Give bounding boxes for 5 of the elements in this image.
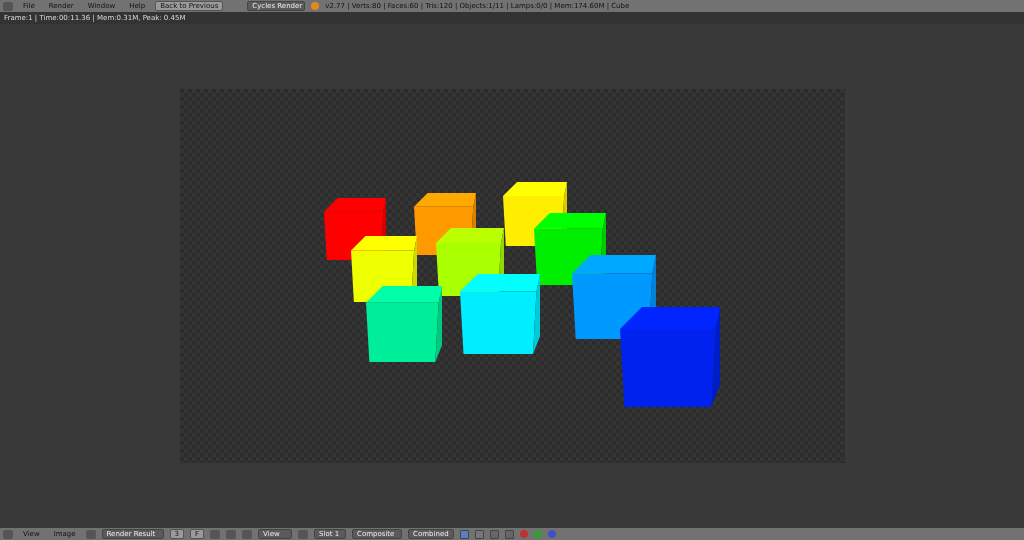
display-mode-button[interactable] <box>490 529 500 539</box>
display-mode-button[interactable] <box>475 529 485 539</box>
logo-icon <box>311 2 320 10</box>
display-mode-button[interactable] <box>505 529 515 539</box>
display-mode-button[interactable] <box>460 529 470 539</box>
